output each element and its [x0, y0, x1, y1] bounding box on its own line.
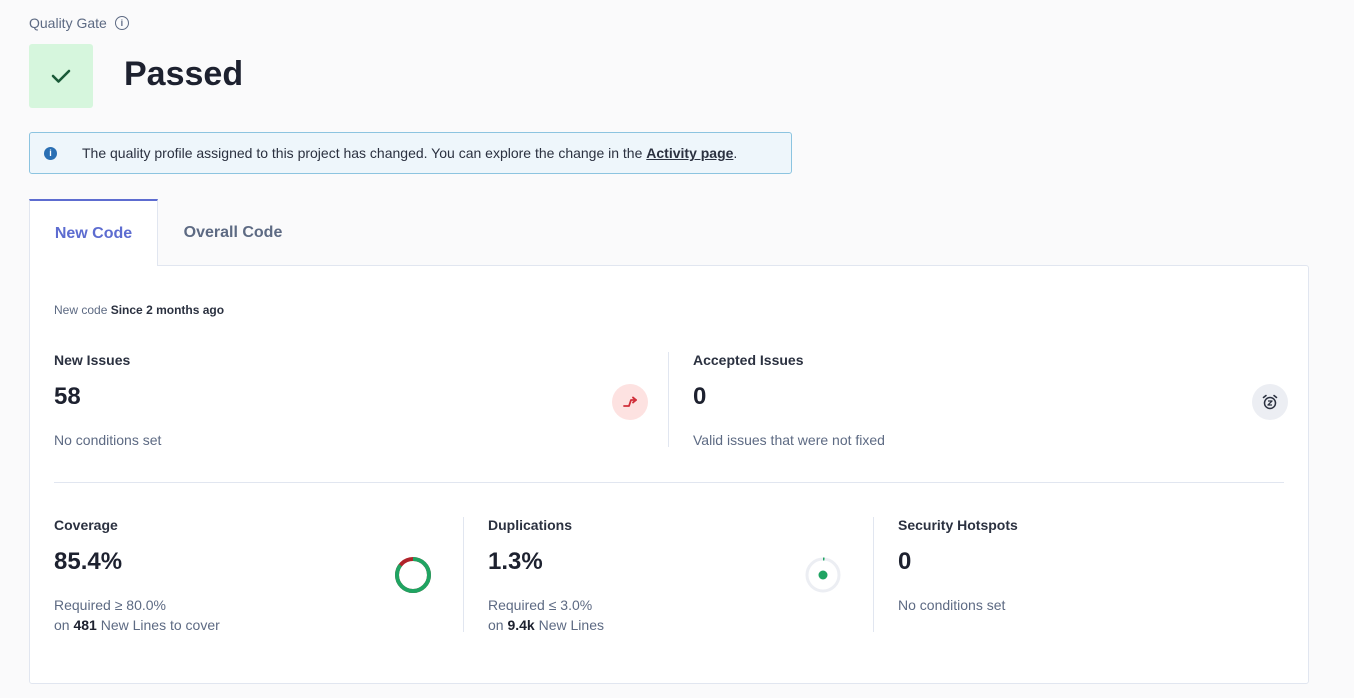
- divider: [668, 352, 669, 447]
- accepted-issues-description: Valid issues that were not fixed: [693, 432, 885, 448]
- new-code-panel: New code Since 2 months ago New Issues 5…: [29, 265, 1309, 684]
- banner-text: The quality profile assigned to this pro…: [82, 145, 647, 161]
- coverage-value[interactable]: 85.4%: [54, 548, 122, 576]
- duplications-requirement: Required ≤ 3.0% on 9.4k New Lines: [488, 597, 604, 633]
- quality-gate-label: Quality Gate i: [29, 15, 129, 31]
- new-code-period: New code Since 2 months ago: [54, 303, 225, 317]
- new-issues-conditions: No conditions set: [54, 432, 162, 448]
- coverage-title[interactable]: Coverage: [54, 517, 118, 533]
- accepted-issues-title[interactable]: Accepted Issues: [693, 352, 804, 368]
- trend-arrow-icon: [612, 384, 648, 420]
- activity-page-link[interactable]: Activity page: [646, 145, 733, 161]
- tab-overall-code[interactable]: Overall Code: [158, 199, 308, 266]
- duplications-value[interactable]: 1.3%: [488, 548, 543, 576]
- divider: [54, 482, 1284, 483]
- divider: [463, 517, 464, 632]
- info-icon[interactable]: i: [114, 16, 129, 30]
- alarm-snooze-icon: [1252, 384, 1288, 420]
- new-issues-value[interactable]: 58: [54, 383, 81, 411]
- check-icon: [51, 69, 71, 83]
- duplications-indicator: [805, 557, 841, 593]
- info-icon: i: [44, 146, 57, 160]
- duplications-dot: [818, 570, 828, 580]
- coverage-requirement: Required ≥ 80.0% on 481 New Lines to cov…: [54, 597, 220, 633]
- duplications-title[interactable]: Duplications: [488, 517, 572, 533]
- tab-new-code[interactable]: New Code: [29, 199, 158, 266]
- security-hotspots-value[interactable]: 0: [898, 548, 911, 576]
- accepted-issues-value[interactable]: 0: [693, 383, 706, 411]
- security-hotspots-title[interactable]: Security Hotspots: [898, 517, 1018, 533]
- profile-change-banner: i The quality profile assigned to this p…: [29, 132, 792, 174]
- security-hotspots-conditions: No conditions set: [898, 597, 1006, 613]
- quality-gate-status-badge: [29, 44, 93, 108]
- divider: [873, 517, 874, 632]
- coverage-donut-chart: [395, 557, 431, 593]
- new-issues-title[interactable]: New Issues: [54, 352, 130, 368]
- quality-gate-status: Passed: [124, 55, 244, 93]
